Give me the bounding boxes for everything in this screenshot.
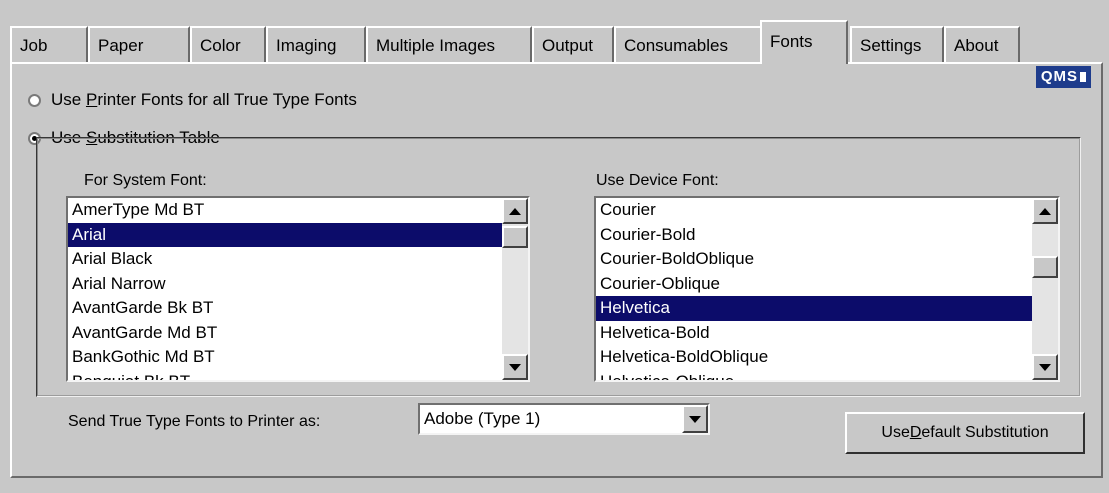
- list-item[interactable]: AvantGarde Md BT: [68, 321, 502, 346]
- scroll-up-button[interactable]: [502, 198, 528, 224]
- list-item[interactable]: Courier: [596, 198, 1032, 223]
- system-font-label: For System Font:: [84, 172, 207, 189]
- list-item[interactable]: AmerType Md BT: [68, 198, 502, 223]
- tab-multiple-images[interactable]: Multiple Images: [366, 26, 532, 62]
- device-font-scrollbar[interactable]: [1032, 198, 1058, 380]
- list-item[interactable]: Benguiat Bk BT: [68, 370, 502, 381]
- list-item[interactable]: Helvetica: [596, 296, 1032, 321]
- tab-fonts[interactable]: Fonts: [760, 20, 848, 64]
- arrow-up-icon: [1039, 207, 1051, 215]
- font-format-dropdown[interactable]: Adobe (Type 1): [418, 403, 710, 435]
- tab-job[interactable]: Job: [10, 26, 88, 62]
- device-font-listbox[interactable]: Courier Courier-Bold Courier-BoldOblique…: [594, 196, 1060, 382]
- dropdown-button[interactable]: [682, 405, 708, 433]
- list-item[interactable]: AvantGarde Bk BT: [68, 296, 502, 321]
- printer-properties-dialog: Job Paper Color Imaging Multiple Images …: [0, 0, 1109, 493]
- scroll-up-button[interactable]: [1032, 198, 1058, 224]
- list-item[interactable]: Helvetica-BoldOblique: [596, 345, 1032, 370]
- tab-settings[interactable]: Settings: [850, 26, 944, 62]
- device-font-label: Use Device Font:: [596, 172, 719, 189]
- list-item[interactable]: Courier-Bold: [596, 223, 1032, 248]
- tab-about[interactable]: About: [944, 26, 1020, 62]
- tab-imaging[interactable]: Imaging: [266, 26, 366, 62]
- tab-consumables[interactable]: Consumables: [614, 26, 764, 62]
- scroll-thumb[interactable]: [1032, 256, 1058, 278]
- scroll-thumb[interactable]: [502, 226, 528, 248]
- printer-fonts-label: Use Printer Fonts for all True Type Font…: [51, 90, 357, 109]
- system-font-items: AmerType Md BT Arial Arial Black Arial N…: [68, 198, 502, 380]
- device-font-items: Courier Courier-Bold Courier-BoldOblique…: [596, 198, 1032, 380]
- system-font-scrollbar[interactable]: [502, 198, 528, 380]
- qms-logo: QMS: [1035, 66, 1091, 88]
- printer-fonts-option[interactable]: Use Printer Fonts for all True Type Font…: [28, 90, 357, 110]
- printer-fonts-radio[interactable]: [28, 93, 41, 107]
- arrow-down-icon: [509, 363, 521, 371]
- list-item[interactable]: Arial Black: [68, 247, 502, 272]
- scroll-down-button[interactable]: [1032, 354, 1058, 380]
- send-fonts-label: Send True Type Fonts to Printer as:: [68, 413, 321, 430]
- font-format-value: Adobe (Type 1): [424, 409, 541, 428]
- list-item[interactable]: Arial Narrow: [68, 272, 502, 297]
- list-item[interactable]: Courier-Oblique: [596, 272, 1032, 297]
- list-item[interactable]: Helvetica-Bold: [596, 321, 1032, 346]
- scroll-down-button[interactable]: [502, 354, 528, 380]
- system-font-listbox[interactable]: AmerType Md BT Arial Arial Black Arial N…: [66, 196, 530, 382]
- list-item[interactable]: Helvetica-Oblique: [596, 370, 1032, 381]
- tab-strip: Job Paper Color Imaging Multiple Images …: [10, 20, 1105, 64]
- tab-output[interactable]: Output: [532, 26, 614, 62]
- tab-color[interactable]: Color: [190, 26, 266, 62]
- arrow-up-icon: [509, 207, 521, 215]
- list-item[interactable]: BankGothic Md BT: [68, 345, 502, 370]
- tab-paper[interactable]: Paper: [88, 26, 190, 62]
- use-default-substitution-button[interactable]: Use Default Substitution: [845, 412, 1085, 454]
- list-item[interactable]: Courier-BoldOblique: [596, 247, 1032, 272]
- list-item[interactable]: Arial: [68, 222, 502, 247]
- chevron-down-icon: [689, 415, 701, 423]
- arrow-down-icon: [1039, 363, 1051, 371]
